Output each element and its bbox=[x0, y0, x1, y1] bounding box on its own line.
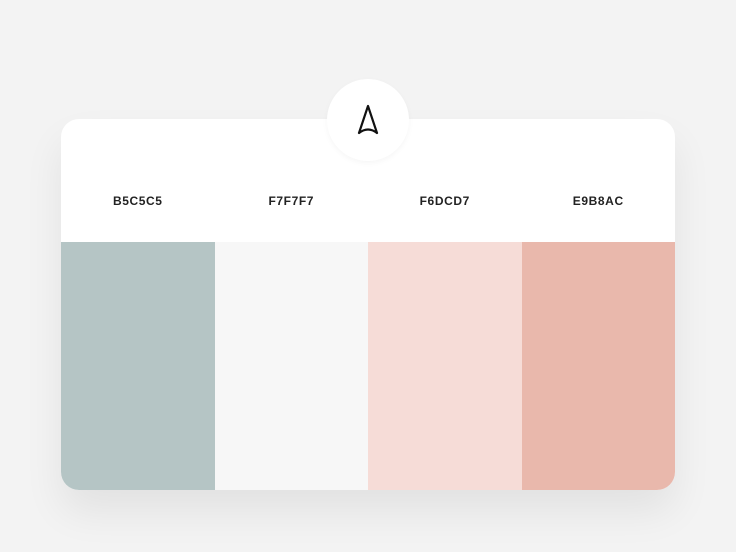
color-swatch bbox=[214, 242, 368, 490]
color-swatches-row bbox=[61, 242, 675, 490]
color-label: B5C5C5 bbox=[112, 194, 163, 208]
palette-card: B5C5C5 F7F7F7 F6DCD7 E9B8AC bbox=[61, 119, 675, 490]
color-swatch bbox=[521, 242, 675, 490]
logo-badge bbox=[327, 79, 409, 161]
color-swatch bbox=[61, 242, 215, 490]
a-shaped-logo-icon bbox=[357, 104, 379, 135]
color-label: E9B8AC bbox=[572, 194, 624, 208]
color-swatch bbox=[368, 242, 522, 490]
